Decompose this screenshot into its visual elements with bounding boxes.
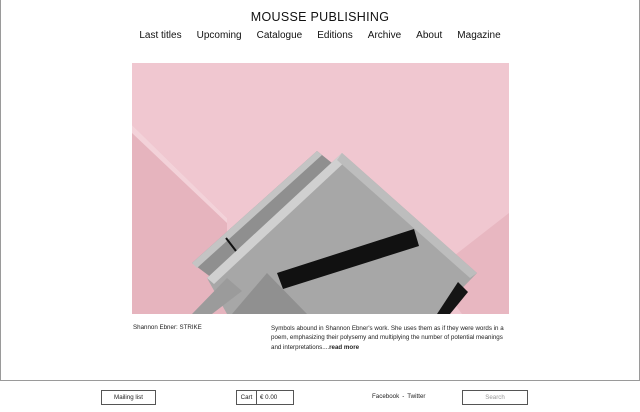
footer: Mailing list Cart € 0.00 Facebook - Twit… bbox=[0, 380, 640, 412]
feature-title[interactable]: Shannon Ebner: STRIKE bbox=[133, 324, 263, 331]
nav-item-magazine[interactable]: Magazine bbox=[457, 30, 500, 41]
cart-button[interactable]: Cart € 0.00 bbox=[236, 390, 294, 405]
facebook-link[interactable]: Facebook bbox=[372, 393, 399, 400]
nav-item-archive[interactable]: Archive bbox=[368, 30, 401, 41]
nav-item-upcoming[interactable]: Upcoming bbox=[197, 30, 242, 41]
feature-description: Symbols abound in Shannon Ebner's work. … bbox=[271, 324, 511, 352]
nav-item-catalogue[interactable]: Catalogue bbox=[257, 30, 303, 41]
mailing-list-button[interactable]: Mailing list bbox=[101, 390, 156, 405]
site-title[interactable]: MOUSSE PUBLISHING bbox=[0, 10, 640, 24]
nav-item-editions[interactable]: Editions bbox=[317, 30, 353, 41]
nav-item-last-titles[interactable]: Last titles bbox=[139, 30, 181, 41]
cart-label: Cart bbox=[237, 391, 257, 404]
cart-total: € 0.00 bbox=[260, 394, 278, 401]
feature-description-text: Symbols abound in Shannon Ebner's work. … bbox=[271, 325, 504, 351]
feature-image[interactable] bbox=[132, 63, 509, 314]
twitter-link[interactable]: Twitter bbox=[407, 393, 425, 400]
social-links: Facebook - Twitter bbox=[372, 393, 425, 400]
main-nav: Last titles Upcoming Catalogue Editions … bbox=[0, 30, 640, 41]
social-separator: - bbox=[402, 393, 405, 400]
nav-item-about[interactable]: About bbox=[416, 30, 442, 41]
book-cover-photo bbox=[132, 63, 509, 314]
search-input[interactable] bbox=[462, 390, 528, 405]
read-more-link[interactable]: read more bbox=[329, 344, 359, 351]
